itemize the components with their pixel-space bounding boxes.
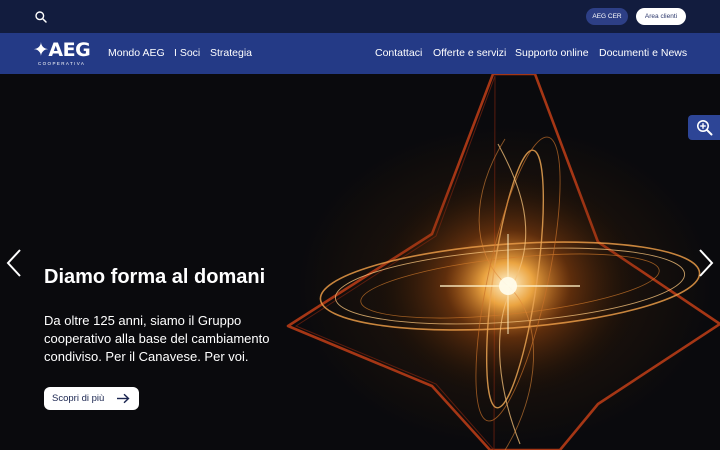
- top-utility-bar: AEG CER Area clienti: [0, 0, 720, 33]
- carousel-prev-button[interactable]: [4, 246, 24, 280]
- hero-banner: Diamo forma al domani Da oltre 125 anni,…: [0, 74, 720, 450]
- logo-text: ✦AEG: [33, 39, 91, 61]
- aeg-cer-button[interactable]: AEG CER: [586, 8, 628, 25]
- chevron-right-icon: [699, 249, 714, 277]
- zoom-in-icon: [697, 120, 713, 136]
- scopri-di-piu-button[interactable]: Scopri di più: [44, 387, 139, 410]
- nav-supporto-online[interactable]: Supporto online: [515, 47, 589, 60]
- nav-i-soci[interactable]: I Soci: [174, 47, 200, 60]
- aeg-logo[interactable]: ✦AEG COOPERATIVA: [33, 39, 91, 69]
- nav-mondo-aeg[interactable]: Mondo AEG: [108, 47, 165, 60]
- nav-strategia[interactable]: Strategia: [210, 47, 252, 60]
- main-navigation: ✦AEG COOPERATIVA Mondo AEG I Soci Strate…: [0, 33, 720, 74]
- hero-description: Da oltre 125 anni, siamo il Gruppo coope…: [44, 313, 270, 364]
- cta-label: Scopri di più: [52, 393, 105, 404]
- nav-documenti-e-news[interactable]: Documenti e News: [599, 47, 687, 60]
- chevron-left-icon: [6, 249, 21, 277]
- accessibility-zoom-button[interactable]: [688, 115, 720, 140]
- nav-offerte-e-servizi[interactable]: Offerte e servizi: [433, 47, 506, 60]
- carousel-next-button[interactable]: [696, 246, 716, 280]
- nav-contattaci[interactable]: Contattaci: [375, 47, 422, 60]
- search-icon[interactable]: [34, 10, 48, 24]
- area-clienti-button[interactable]: Area clienti: [636, 8, 686, 25]
- logo-subtitle: COOPERATIVA: [38, 61, 86, 66]
- arrow-right-icon: [117, 393, 130, 404]
- hero-title: Diamo forma al domani: [44, 266, 266, 288]
